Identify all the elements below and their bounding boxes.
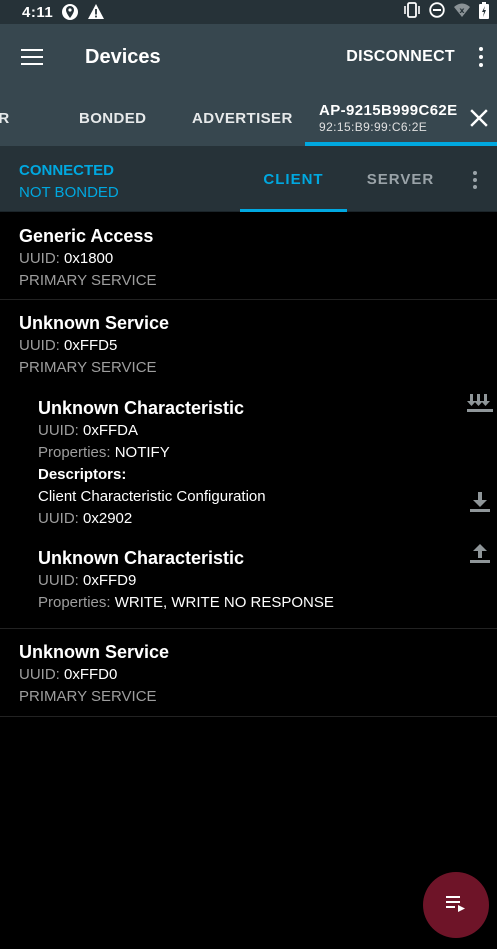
tab-advertiser[interactable]: ADVERTISER — [192, 90, 293, 146]
service-uuid: UUID: 0xFFD5 — [19, 337, 117, 354]
wifi-icon: x — [453, 2, 471, 22]
tab-device[interactable]: AP-9215B999C62E 92:15:B9:99:C6:2E — [305, 90, 497, 146]
characteristic-name: Unknown Characteristic — [38, 398, 245, 418]
service-generic-access[interactable]: Generic Access UUID: 0x1800 PRIMARY SERV… — [0, 212, 497, 300]
service-uuid: UUID: 0x1800 — [19, 250, 113, 267]
service-type: PRIMARY SERVICE — [19, 359, 157, 376]
app-screen: 4:11 x Devices DISCONNECT R BONDED ADVER… — [0, 0, 497, 949]
tab-bonded[interactable]: BONDED — [79, 90, 146, 146]
service-unknown-ffd5[interactable]: Unknown Service UUID: 0xFFD5 PRIMARY SER… — [0, 300, 497, 629]
properties-value: WRITE, WRITE NO RESPONSE — [114, 594, 334, 611]
uuid-label: UUID: — [19, 250, 60, 267]
tab-scanner[interactable]: ER — [0, 90, 10, 146]
device-name: AP-9215B999C62E — [319, 102, 458, 119]
bond-state: NOT BONDED — [19, 184, 119, 201]
descriptor-name: Client Characteristic Configuration — [38, 488, 266, 505]
properties-value: NOTIFY — [114, 444, 170, 461]
service-name: Generic Access — [19, 226, 154, 246]
uuid-label: UUID: — [19, 666, 60, 683]
uuid-value: 0x1800 — [64, 250, 114, 267]
uuid-value: 0xFFDA — [83, 422, 139, 439]
service-uuid: UUID: 0xFFD0 — [19, 666, 117, 683]
uuid-value: 0x2902 — [83, 510, 133, 527]
log-list-icon — [445, 894, 467, 917]
notify-icon[interactable] — [465, 389, 495, 419]
device-address: 92:15:B9:99:C6:2E — [319, 120, 428, 134]
download-icon[interactable] — [465, 487, 495, 517]
tab-server-label: SERVER — [366, 170, 435, 188]
vibrate-icon — [403, 2, 421, 22]
service-name: Unknown Service — [19, 313, 170, 333]
properties-label: Properties: — [38, 594, 111, 611]
hamburger-icon[interactable] — [0, 24, 64, 90]
uuid-label: UUID: — [38, 572, 79, 589]
disconnect-button[interactable]: DISCONNECT — [346, 48, 455, 66]
status-time: 4:11 — [22, 3, 54, 21]
do-not-disturb-icon — [429, 2, 445, 22]
uuid-value: 0xFFD9 — [83, 572, 137, 589]
service-name: Unknown Service — [19, 642, 170, 662]
location-pin-icon — [61, 3, 79, 21]
service-type: PRIMARY SERVICE — [19, 688, 157, 705]
svg-text:x: x — [459, 6, 465, 15]
more-vert-icon[interactable] — [471, 24, 491, 90]
uuid-value: 0xFFD0 — [64, 666, 118, 683]
warning-icon — [87, 3, 105, 21]
page-title: Devices — [85, 45, 161, 68]
device-tabs: ER BONDED ADVERTISER AP-9215B999C62E 92:… — [0, 90, 497, 146]
status-bar: 4:11 x — [0, 0, 497, 24]
service-type: PRIMARY SERVICE — [19, 272, 157, 289]
characteristic-properties: Properties: WRITE, WRITE NO RESPONSE — [38, 594, 334, 611]
properties-label: Properties: — [38, 444, 111, 461]
connection-strip: CONNECTED NOT BONDED CLIENT SERVER — [0, 146, 497, 212]
battery-icon — [479, 1, 489, 23]
tab-client-label: CLIENT — [263, 170, 324, 188]
descriptor-uuid: UUID: 0x2902 — [38, 510, 132, 527]
tab-server[interactable]: SERVER — [347, 146, 454, 212]
log-list-fab[interactable] — [423, 872, 489, 938]
client-more-icon[interactable] — [466, 169, 484, 191]
characteristic-uuid: UUID: 0xFFD9 — [38, 572, 136, 589]
connection-state: CONNECTED — [19, 162, 115, 179]
tab-client[interactable]: CLIENT — [240, 146, 347, 212]
uuid-value: 0xFFD5 — [64, 337, 118, 354]
characteristic-properties: Properties: NOTIFY — [38, 444, 170, 461]
characteristic-name: Unknown Characteristic — [38, 548, 245, 568]
app-bar: Devices DISCONNECT — [0, 24, 497, 90]
service-unknown-ffd0[interactable]: Unknown Service UUID: 0xFFD0 PRIMARY SER… — [0, 629, 497, 717]
close-icon[interactable] — [467, 106, 491, 130]
uuid-label: UUID: — [38, 510, 79, 527]
uuid-label: UUID: — [19, 337, 60, 354]
status-right-icons: x — [403, 1, 489, 23]
descriptors-label: Descriptors: — [38, 466, 127, 483]
characteristic-uuid: UUID: 0xFFDA — [38, 422, 138, 439]
uuid-label: UUID: — [38, 422, 79, 439]
upload-icon[interactable] — [465, 538, 495, 568]
